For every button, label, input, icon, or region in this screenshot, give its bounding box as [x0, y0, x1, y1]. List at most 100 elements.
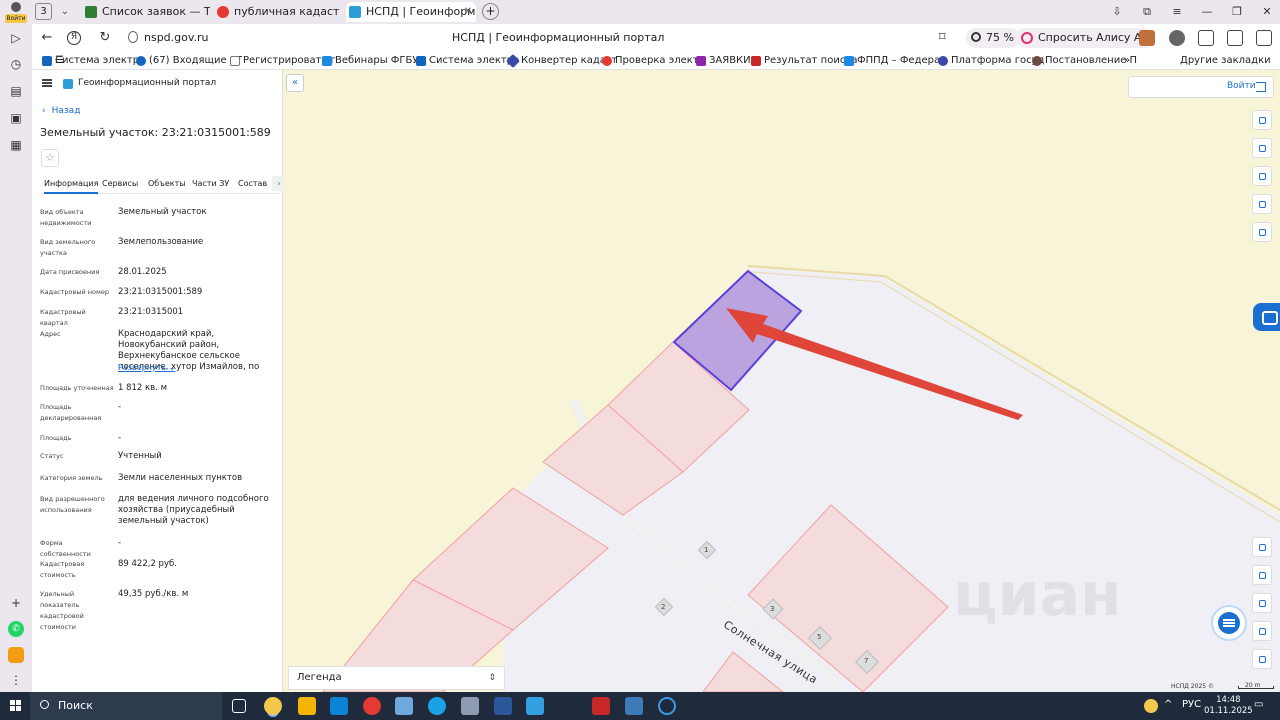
bookmark-item[interactable]: Регистрировать г	[230, 54, 336, 68]
tab-parts[interactable]: Части ЗУ	[192, 179, 229, 188]
bookmark-item[interactable]: Конвертер кадаст	[505, 53, 617, 69]
login-icon[interactable]	[1256, 82, 1266, 92]
tab-count-button[interactable]: 3	[35, 3, 52, 20]
bookmark-icon[interactable]: ⌑	[939, 30, 946, 45]
back-link[interactable]: ‹ Назад	[42, 106, 80, 116]
word-icon[interactable]	[494, 697, 512, 715]
clock[interactable]: 14:48 01.11.2025	[1204, 695, 1253, 717]
layers-button[interactable]	[1252, 110, 1272, 130]
taskbar-search[interactable]: Поиск	[30, 692, 222, 720]
media-icon[interactable]: ▦	[8, 137, 24, 153]
menu-icon[interactable]: ≡	[1168, 3, 1186, 21]
bookmark-item[interactable]: Система электро	[416, 54, 519, 68]
site-info-icon[interactable]	[128, 31, 138, 43]
map-view[interactable]: циан 1 2 3 5 7 Солнечная улица « Войти Л…	[283, 70, 1280, 692]
location-icon	[1259, 600, 1266, 607]
locate-button[interactable]	[1252, 537, 1272, 557]
bookmark-item[interactable]: Система электро	[42, 54, 145, 68]
extension-icon[interactable]	[1169, 30, 1185, 46]
basemap-button[interactable]	[1252, 565, 1272, 585]
tab-item-active[interactable]: НСПД | Геоинформаци ✕	[346, 2, 476, 22]
new-tab-button[interactable]: +	[482, 3, 499, 20]
profile-avatar[interactable]: Войти	[4, 2, 28, 24]
chat-fab[interactable]	[1211, 605, 1247, 641]
map-canvas[interactable]	[283, 70, 1280, 692]
bookmark-item[interactable]: (67) Входящие - Г	[136, 54, 243, 68]
bookmark-item[interactable]: Результат поиска	[751, 54, 857, 68]
app-icon[interactable]	[526, 697, 544, 715]
windows-start-icon[interactable]	[10, 700, 22, 712]
tab-composition[interactable]: Состав	[238, 179, 267, 188]
expand-address-link[interactable]: Развернуть ⌄	[118, 363, 175, 372]
tab-item[interactable]: Список заявок — ТехноК	[82, 2, 210, 22]
edge-icon[interactable]	[428, 697, 446, 715]
tray-chevron-icon[interactable]: ^	[1164, 699, 1172, 710]
bookmark-item[interactable]: Постановление П	[1032, 54, 1137, 68]
tray-app-icon[interactable]	[1144, 699, 1158, 713]
close-tab-icon[interactable]: ✕	[464, 2, 472, 22]
tab-objects[interactable]: Объекты	[148, 179, 186, 188]
bookmarks-more-icon[interactable]: »	[1124, 54, 1130, 68]
yandex-icon[interactable]: Я	[67, 31, 81, 45]
tab-dropdown-icon[interactable]: ⌄	[56, 3, 74, 20]
bookmark-item[interactable]: ЗАЯВКИ	[696, 54, 751, 68]
back-icon[interactable]: ←	[38, 29, 56, 47]
login-button[interactable]: Войти	[1227, 81, 1256, 91]
calculator-icon[interactable]	[461, 697, 479, 715]
share-button[interactable]	[1252, 194, 1272, 214]
zoom-out-button[interactable]	[1252, 649, 1272, 669]
close-window-icon[interactable]: ✕	[1258, 3, 1276, 21]
tab-services[interactable]: Сервисы	[102, 179, 138, 188]
extension-icon[interactable]	[1139, 30, 1155, 46]
my-location-button[interactable]	[1252, 593, 1272, 613]
zoom-button[interactable]: 75 %	[966, 28, 1020, 48]
whatsapp-icon[interactable]: ✆	[8, 621, 24, 637]
info-label: Площадь	[40, 434, 72, 442]
app-icon[interactable]	[592, 697, 610, 715]
bookmark-item[interactable]: ФППД – Федерал	[844, 54, 947, 68]
bookmark-item[interactable]: Проверка электр	[602, 54, 705, 68]
share-icon[interactable]	[1256, 30, 1272, 46]
tab-counter-icon[interactable]: ▣	[8, 110, 24, 126]
bookmarks-icon[interactable]: ⧉	[1138, 3, 1156, 21]
downloads-icon[interactable]: ⇩	[1108, 3, 1126, 21]
yandex-browser-icon[interactable]	[264, 697, 282, 715]
app-icon[interactable]	[8, 647, 24, 663]
app-icon[interactable]	[395, 697, 413, 715]
collapse-panel-button[interactable]: «	[286, 74, 304, 92]
select-area-button[interactable]	[1252, 166, 1272, 186]
measure-button[interactable]	[1252, 138, 1272, 158]
support-chat-icon[interactable]	[1253, 303, 1280, 331]
zoom-in-button[interactable]	[1252, 621, 1272, 641]
file-explorer-icon[interactable]	[298, 697, 316, 715]
minus-icon	[1259, 656, 1266, 663]
downloads-icon[interactable]	[1227, 30, 1243, 46]
minimize-icon[interactable]: —	[1198, 3, 1216, 21]
internet-explorer-icon[interactable]	[658, 697, 676, 715]
collections-icon[interactable]: ▤	[8, 83, 24, 99]
opera-icon[interactable]	[363, 697, 381, 715]
tab-information[interactable]: Информация	[44, 179, 99, 194]
app-icon[interactable]	[625, 697, 643, 715]
hamburger-icon[interactable]	[42, 79, 52, 87]
store-icon[interactable]	[330, 697, 348, 715]
more-icon[interactable]: ⋮	[8, 672, 24, 688]
bookmark-item[interactable]: Платформа госуд	[938, 54, 1044, 68]
play-icon[interactable]: ▷	[8, 30, 24, 46]
task-view-icon[interactable]	[232, 699, 246, 713]
restore-icon[interactable]: ❐	[1228, 3, 1246, 21]
extensions-icon[interactable]	[1198, 30, 1214, 46]
add-panel-icon[interactable]: +	[8, 595, 24, 611]
favorite-star-icon[interactable]: ☆	[41, 149, 59, 167]
print-button[interactable]	[1252, 222, 1272, 242]
bookmark-item[interactable]: Вебинары ФГБУ -	[322, 54, 425, 68]
history-icon[interactable]: ◷	[8, 56, 24, 72]
url-field[interactable]: nspd.gov.ru	[144, 31, 209, 44]
legend-panel[interactable]: Легенда ⇕	[288, 666, 505, 690]
reload-icon[interactable]: ↻	[96, 29, 114, 47]
language-indicator[interactable]: РУС	[1182, 699, 1201, 710]
tab-item[interactable]: публичная кадастровая к	[214, 2, 340, 22]
expand-legend-icon[interactable]: ⇕	[488, 667, 496, 689]
alisa-button[interactable]: Спросить Алису AI	[1016, 28, 1153, 48]
notifications-icon[interactable]: ▭	[1254, 699, 1263, 710]
